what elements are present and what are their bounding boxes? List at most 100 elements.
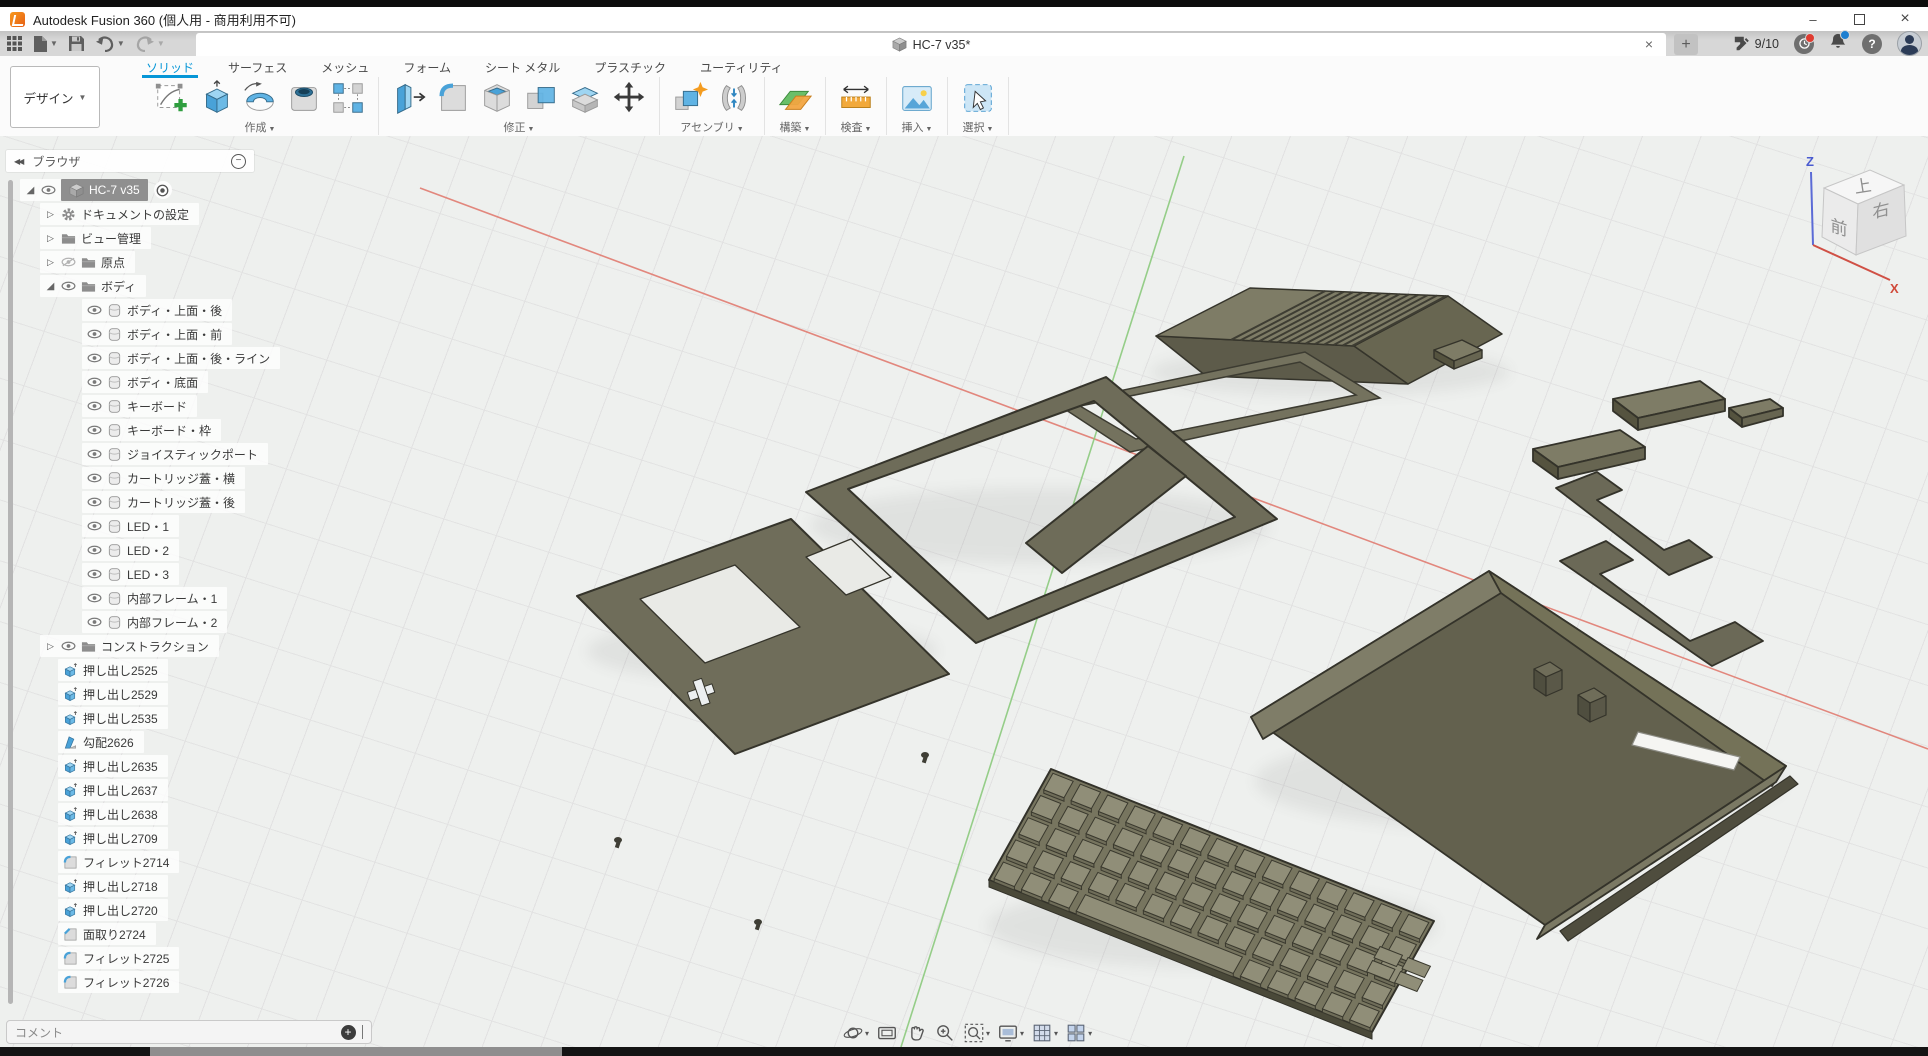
browser-tree-row[interactable]: キーボード <box>6 394 336 418</box>
grid-nav-button[interactable]: ▾ <box>1031 1022 1058 1044</box>
visibility-icon[interactable] <box>87 449 102 459</box>
browser-header[interactable]: ◀◀ ブラウザ − <box>6 150 254 172</box>
visibility-icon[interactable] <box>87 569 102 579</box>
ribbon-tab[interactable]: プラスチック <box>592 58 668 75</box>
browser-tree-row[interactable]: 押し出し2535 <box>6 706 336 730</box>
shell-icon[interactable] <box>476 77 518 119</box>
activate-component-radio[interactable] <box>154 181 172 199</box>
close-button[interactable]: × <box>1882 7 1928 31</box>
workspace-selector[interactable]: デザイン ▼ <box>10 66 100 128</box>
undo-button[interactable]: ▼ <box>95 35 125 52</box>
browser-tree-row[interactable]: 内部フレーム・1 <box>6 586 336 610</box>
chevron-down-icon[interactable]: ▾ <box>865 1029 869 1038</box>
expander-icon[interactable]: ◢ <box>45 281 56 292</box>
offsetface-icon[interactable] <box>564 77 606 119</box>
browser-tree-row[interactable]: ▷コンストラクション <box>6 634 336 658</box>
browser-tree-row[interactable]: ジョイスティックポート <box>6 442 336 466</box>
browser-tree-row[interactable]: ▷ビュー管理 <box>6 226 336 250</box>
viewcube-top-label[interactable]: 上 <box>1853 176 1873 197</box>
chevron-down-icon[interactable]: ▾ <box>1088 1029 1092 1038</box>
sketch-icon[interactable] <box>151 77 193 119</box>
visibility-icon[interactable] <box>87 473 102 483</box>
visibility-icon[interactable] <box>87 497 102 507</box>
browser-tree-row[interactable]: LED・1 <box>6 514 336 538</box>
presspull-icon[interactable] <box>388 77 430 119</box>
visibility-icon[interactable] <box>87 617 102 627</box>
browser-scrollbar[interactable] <box>8 180 13 1004</box>
browser-tree-row[interactable]: 押し出し2709 <box>6 826 336 850</box>
pan-nav-button[interactable] <box>905 1022 927 1044</box>
maximize-button[interactable] <box>1836 7 1882 31</box>
model-part-screws[interactable] <box>614 752 929 930</box>
app-grid-menu-button[interactable] <box>6 35 23 52</box>
visibility-icon[interactable] <box>87 353 102 363</box>
visibility-off-icon[interactable] <box>61 257 76 267</box>
expander-icon[interactable]: ◢ <box>25 185 36 196</box>
user-avatar[interactable] <box>1897 31 1922 56</box>
visibility-icon[interactable] <box>87 521 102 531</box>
browser-tree-row[interactable]: ▷ドキュメントの設定 <box>6 202 336 226</box>
browser-tree-row[interactable]: 押し出し2637 <box>6 778 336 802</box>
move-icon[interactable] <box>608 77 650 119</box>
help-button[interactable]: ? <box>1862 34 1882 54</box>
ribbon-group-label[interactable]: 選択▼ <box>957 119 999 135</box>
viewports-nav-button[interactable]: ▾ <box>1065 1022 1092 1044</box>
expander-icon[interactable]: ▷ <box>45 257 56 268</box>
browser-tree-row[interactable]: 押し出し2635 <box>6 754 336 778</box>
ribbon-group-label[interactable]: 構築▼ <box>774 119 816 135</box>
browser-tree-row[interactable]: カートリッジ蓋・横 <box>6 466 336 490</box>
notifications-button[interactable] <box>1829 32 1847 56</box>
ribbon-tab[interactable]: ユーティリティ <box>698 58 785 75</box>
browser-tree-row[interactable]: ◢ボディ <box>6 274 336 298</box>
ribbon-tab[interactable]: ソリッド <box>144 58 196 75</box>
redo-button[interactable]: ▼ <box>135 35 165 52</box>
browser-tree-row[interactable]: フィレット2726 <box>6 970 336 994</box>
browser-tree-row[interactable]: キーボード・枠 <box>6 418 336 442</box>
job-status-icon[interactable] <box>1794 34 1814 54</box>
browser-tree-row[interactable]: LED・2 <box>6 538 336 562</box>
document-tab[interactable]: HC-7 v35* × <box>196 33 1666 56</box>
visibility-icon[interactable] <box>87 425 102 435</box>
hole-icon[interactable] <box>283 77 325 119</box>
visibility-icon[interactable] <box>87 593 102 603</box>
minimize-panel-icon[interactable]: − <box>231 154 246 169</box>
visibility-icon[interactable] <box>87 377 102 387</box>
save-button[interactable] <box>68 35 85 52</box>
collapse-panel-icon[interactable]: ◀◀ <box>14 157 22 166</box>
comment-bar[interactable]: コメント + <box>6 1020 372 1044</box>
revolve-icon[interactable] <box>239 77 281 119</box>
visibility-icon[interactable] <box>87 545 102 555</box>
chevron-down-icon[interactable]: ▾ <box>1020 1029 1024 1038</box>
browser-tree-row[interactable]: ボディ・上面・後・ライン <box>6 346 336 370</box>
fillet3d-icon[interactable] <box>432 77 474 119</box>
chevron-down-icon[interactable]: ▾ <box>1054 1029 1058 1038</box>
pattern-icon[interactable] <box>327 77 369 119</box>
joint-icon[interactable] <box>713 77 755 119</box>
browser-tree-row[interactable]: ボディ・上面・後 <box>6 298 336 322</box>
ribbon-tab[interactable]: フォーム <box>401 58 453 75</box>
minimize-button[interactable]: – <box>1790 7 1836 31</box>
browser-tree-row[interactable]: フィレット2725 <box>6 946 336 970</box>
expander-icon[interactable]: ▷ <box>45 641 56 652</box>
visibility-icon[interactable] <box>41 185 56 195</box>
insertimg-icon[interactable] <box>896 77 938 119</box>
browser-tree-row[interactable]: 勾配2626 <box>6 730 336 754</box>
ribbon-group-label[interactable]: 修正▼ <box>388 119 650 135</box>
file-menu-button[interactable]: ▼ <box>33 35 58 53</box>
orbit-nav-button[interactable]: ▾ <box>842 1022 869 1044</box>
browser-tree-row[interactable]: 面取り2724 <box>6 922 336 946</box>
view-cube[interactable]: 上 前 右 Z X <box>1782 150 1922 300</box>
select-icon[interactable] <box>957 77 999 119</box>
visibility-icon[interactable] <box>61 281 76 291</box>
new-document-tab-button[interactable]: + <box>1674 34 1698 55</box>
fit-nav-button[interactable]: ▾ <box>963 1022 990 1044</box>
ribbon-group-label[interactable]: 検査▼ <box>835 119 877 135</box>
ribbon-tab[interactable]: シート メタル <box>483 58 562 75</box>
browser-tree-row[interactable]: 押し出し2720 <box>6 898 336 922</box>
ribbon-group-label[interactable]: 作成▼ <box>151 119 369 135</box>
ribbon-group-label[interactable]: 挿入▼ <box>896 119 938 135</box>
extrude-icon[interactable] <box>195 77 237 119</box>
browser-tree-row[interactable]: 押し出し2525 <box>6 658 336 682</box>
browser-tree-row[interactable]: ◢HC-7 v35 <box>6 178 336 202</box>
lookat-nav-button[interactable] <box>876 1022 898 1044</box>
